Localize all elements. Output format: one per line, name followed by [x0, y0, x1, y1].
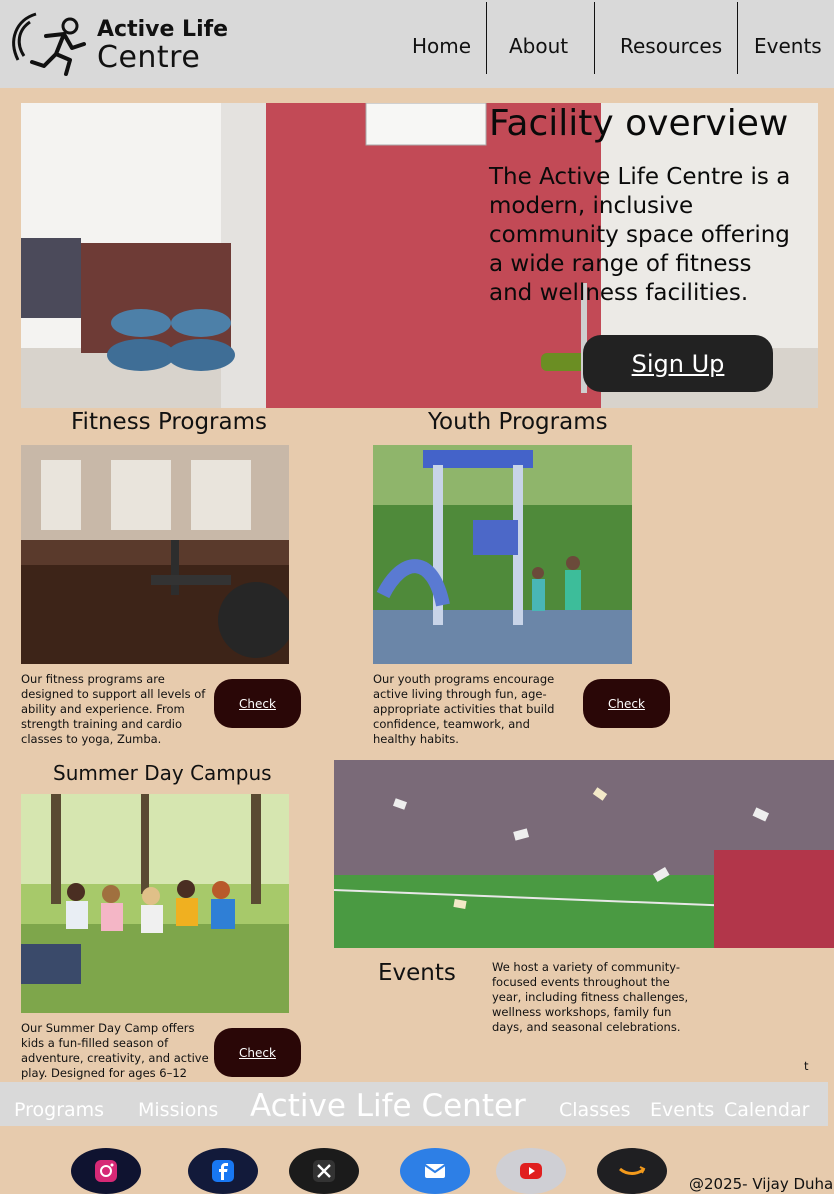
logo-title-line1: Active Life [97, 17, 229, 42]
fitness-image [21, 445, 289, 664]
nav-divider [737, 2, 738, 74]
events-stadium-image [334, 760, 834, 948]
summer-camp-title: Summer Day Campus [53, 761, 272, 785]
facebook-icon[interactable] [188, 1148, 258, 1194]
hero-section: Facility overview The Active Life Centre… [21, 103, 818, 408]
amazon-icon[interactable] [597, 1148, 667, 1194]
nav-divider [486, 2, 487, 74]
youth-image [373, 445, 632, 664]
fitness-description: Our fitness programs are designed to sup… [21, 672, 206, 746]
hero-title: Facility overview [489, 103, 789, 144]
footer-link-calendar[interactable]: Calendar [724, 1099, 809, 1121]
stray-text: t [804, 1059, 809, 1073]
hero-description: The Active Life Centre is a modern, incl… [489, 164, 791, 306]
nav-resources[interactable]: Resources [620, 34, 722, 58]
events-description: We host a variety of community-focused e… [492, 960, 689, 1034]
instagram-icon[interactable] [71, 1148, 141, 1194]
nav-events[interactable]: Events [754, 34, 822, 58]
summer-camp-description: Our Summer Day Camp offers kids a fun-fi… [21, 1021, 209, 1080]
nav-divider [594, 2, 595, 74]
footer-link-programs[interactable]: Programs [14, 1099, 104, 1121]
nav-about[interactable]: About [509, 34, 568, 58]
youth-programs-title: Youth Programs [428, 409, 608, 435]
footer-link-classes[interactable]: Classes [559, 1099, 631, 1121]
fitness-check-button[interactable]: Check [214, 679, 301, 728]
x-icon[interactable] [289, 1148, 359, 1194]
nav-home[interactable]: Home [412, 34, 471, 58]
sign-up-button[interactable]: Sign Up [583, 335, 773, 392]
fitness-programs-title: Fitness Programs [71, 409, 267, 435]
summer-camp-image [21, 794, 289, 1013]
copyright-text: @2025- Vijay Duhan [689, 1175, 834, 1193]
mail-icon[interactable] [400, 1148, 470, 1194]
youtube-icon[interactable] [496, 1148, 566, 1194]
youth-check-button[interactable]: Check [583, 679, 670, 728]
logo-title-line2: Centre [97, 40, 201, 75]
youth-description: Our youth programs encourage active livi… [373, 672, 555, 746]
runner-logo-icon [12, 12, 86, 76]
events-title: Events [378, 960, 456, 986]
site-header: Active Life Centre Home About Resources … [0, 0, 834, 88]
summer-camp-check-button[interactable]: Check [214, 1028, 301, 1077]
footer-link-missions[interactable]: Missions [138, 1099, 218, 1121]
footer-brand: Active Life Center [250, 1088, 526, 1124]
footer-link-events[interactable]: Events [650, 1099, 714, 1121]
